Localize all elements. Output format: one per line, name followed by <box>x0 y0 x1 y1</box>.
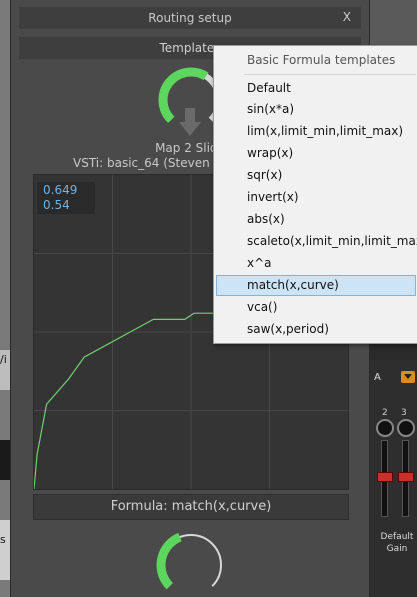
vsti-info-label: VSTi: basic_64 (Steven Br <box>73 156 227 170</box>
readout-x: 0.649 <box>43 183 78 197</box>
menu-item-match[interactable]: match(x,curve) <box>216 275 416 296</box>
mixer-fader-handle[interactable] <box>377 472 393 482</box>
menu-header: Basic Formula templates <box>247 53 396 67</box>
formula-templates-menu: Basic Formula templates Default sin(x*a)… <box>213 45 417 344</box>
mixer-dropdown-button[interactable] <box>401 371 415 383</box>
arrow-down-icon <box>179 108 201 136</box>
mixer-default-gain-label: Default Gain <box>378 531 416 555</box>
menu-item-abs[interactable]: abs(x) <box>216 209 416 230</box>
knob-value-arc <box>156 532 182 590</box>
background-text: s <box>0 533 6 546</box>
destination-knob[interactable] <box>155 525 227 597</box>
background-text: /i <box>0 353 7 366</box>
mixer-fader-handle[interactable] <box>398 472 414 482</box>
dialog-title: Routing setup <box>148 11 232 25</box>
menu-item-scaleto[interactable]: scaleto(x,limit_min,limit_max) <box>216 231 417 252</box>
menu-separator <box>244 74 416 75</box>
formula-label: Formula: match(x,curve) <box>110 499 272 514</box>
gain-label: Gain <box>386 544 408 554</box>
background-app-left: /i s <box>0 0 10 597</box>
mixer-channel-number: 2 <box>382 408 388 418</box>
mixer-knob[interactable] <box>397 419 415 437</box>
chevron-down-icon <box>404 374 412 379</box>
menu-item-saw[interactable]: saw(x,period) <box>216 319 416 340</box>
mixer-knob[interactable] <box>376 419 394 437</box>
menu-item-pow[interactable]: x^a <box>216 253 416 274</box>
close-button[interactable]: X <box>343 10 351 24</box>
default-label: Default <box>380 532 414 542</box>
background-band <box>0 520 10 580</box>
menu-item-sqr[interactable]: sqr(x) <box>216 165 416 186</box>
menu-item-wrap[interactable]: wrap(x) <box>216 143 416 164</box>
menu-item-default[interactable]: Default <box>216 78 416 99</box>
menu-item-sin[interactable]: sin(x*a) <box>216 99 416 120</box>
mixer-channel-number: 3 <box>401 408 407 418</box>
readout-y: 0.54 <box>43 198 70 212</box>
dialog-titlebar: Routing setup X <box>19 7 361 29</box>
formula-field[interactable]: Formula: match(x,curve) <box>33 494 349 520</box>
mixer-channel-label: A <box>374 372 381 383</box>
value-readout: 0.649 0.54 <box>37 182 95 214</box>
menu-item-lim[interactable]: lim(x,limit_min,limit_max) <box>216 121 416 142</box>
menu-item-vca[interactable]: vca() <box>216 297 416 318</box>
menu-item-invert[interactable]: invert(x) <box>216 187 416 208</box>
background-band <box>0 440 10 480</box>
